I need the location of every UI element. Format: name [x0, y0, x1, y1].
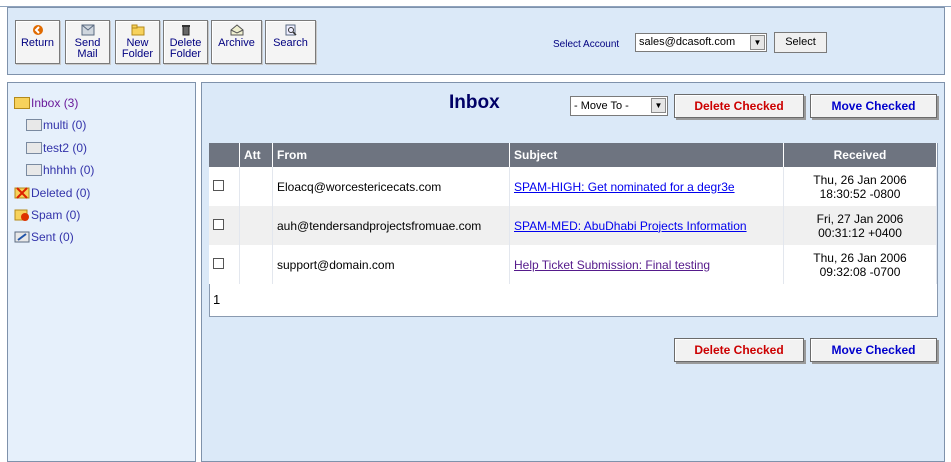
- subject-link[interactable]: SPAM-HIGH: Get nominated for a degr3e: [514, 180, 779, 194]
- account-select[interactable]: sales@dcasoft.com ▼: [635, 33, 767, 52]
- sidebar-item-label: hhhhh (0): [43, 163, 95, 177]
- account-select-value: sales@dcasoft.com: [639, 36, 736, 48]
- subject-column-header[interactable]: Subject: [509, 143, 784, 167]
- sidebar-item-label: test2 (0): [43, 141, 88, 155]
- delete-folder-label: Delete Folder: [169, 37, 202, 60]
- received-column-header[interactable]: Received: [783, 143, 937, 167]
- sent-icon: [14, 231, 30, 243]
- from-cell: support@domain.com: [272, 245, 510, 284]
- archive-label: Archive: [218, 37, 255, 49]
- sidebar-item-label: Spam (0): [31, 208, 81, 222]
- sidebar-item-spam[interactable]: Spam (0): [14, 208, 80, 222]
- send-mail-label: Send Mail: [74, 37, 101, 60]
- row-checkbox[interactable]: [213, 218, 224, 230]
- return-button[interactable]: Return: [15, 20, 60, 64]
- from-column-header[interactable]: From: [272, 143, 510, 167]
- subject-cell: SPAM-HIGH: Get nominated for a degr3e: [509, 167, 784, 206]
- att-cell: [239, 245, 273, 284]
- sidebar-item-label: Inbox (3): [31, 96, 79, 110]
- search-icon: [285, 24, 297, 36]
- search-button[interactable]: Search: [265, 20, 316, 64]
- delete-folder-button[interactable]: Delete Folder: [163, 20, 208, 64]
- sidebar-item-multi[interactable]: multi (0): [26, 118, 86, 132]
- send-mail-button[interactable]: Send Mail: [65, 20, 110, 64]
- checkbox-column-header: [209, 143, 240, 167]
- folder-icon: [26, 142, 42, 154]
- return-icon: [32, 25, 43, 35]
- received-time: 18:30:52 -0800: [819, 186, 901, 201]
- row-checkbox[interactable]: [213, 257, 224, 269]
- sidebar-item-label: Deleted (0): [31, 186, 91, 200]
- sidebar-item-sent[interactable]: Sent (0): [14, 230, 74, 244]
- folder-icon: [26, 119, 42, 131]
- checkbox-cell: [209, 167, 240, 206]
- archive-icon: [230, 24, 243, 36]
- deleted-icon: [14, 187, 30, 199]
- from-cell: Eloacq@worcestericecats.com: [272, 167, 510, 206]
- send-mail-icon: [81, 24, 94, 36]
- from-cell: auh@tendersandprojectsfromuae.com: [272, 206, 510, 245]
- checkbox-cell: [209, 245, 240, 284]
- sidebar-item-label: Sent (0): [31, 230, 74, 244]
- archive-button[interactable]: Archive: [211, 20, 262, 64]
- subject-link[interactable]: SPAM-MED: AbuDhabi Projects Information: [514, 219, 779, 233]
- received-date: Thu, 26 Jan 2006: [813, 250, 907, 265]
- row-checkbox[interactable]: [213, 179, 224, 191]
- new-folder-icon: [131, 24, 144, 36]
- subject-link[interactable]: Help Ticket Submission: Final testing: [514, 258, 779, 272]
- message-table: Att From Subject Received Eloacq@worcest…: [209, 143, 937, 284]
- new-folder-button[interactable]: New Folder: [115, 20, 160, 64]
- received-cell: Thu, 26 Jan 2006 09:32:08 -0700: [783, 245, 937, 284]
- att-column-header[interactable]: Att: [239, 143, 273, 167]
- search-label: Search: [273, 37, 308, 49]
- move-checked-button-bottom[interactable]: Move Checked: [810, 338, 937, 362]
- table-row[interactable]: Eloacq@worcestericecats.com SPAM-HIGH: G…: [209, 167, 937, 206]
- table-row[interactable]: support@domain.com Help Ticket Submissio…: [209, 245, 937, 284]
- sidebar-item-label: multi (0): [43, 118, 87, 132]
- inbox-icon: [14, 97, 30, 109]
- folder-icon: [26, 164, 42, 176]
- folder-sidebar: Inbox (3) multi (0) test2 (0) hhhhh (0) …: [7, 82, 196, 462]
- received-time: 09:32:08 -0700: [819, 264, 901, 279]
- table-header-row: Att From Subject Received: [209, 143, 937, 167]
- return-label: Return: [20, 37, 55, 49]
- chevron-down-icon[interactable]: ▼: [651, 98, 666, 113]
- received-time: 00:31:12 +0400: [818, 225, 902, 240]
- sidebar-item-test2[interactable]: test2 (0): [26, 141, 87, 155]
- delete-folder-icon: [181, 25, 190, 36]
- select-account-label: Select Account: [553, 39, 620, 50]
- received-date: Fri, 27 Jan 2006: [816, 211, 904, 226]
- received-date: Thu, 26 Jan 2006: [813, 172, 907, 187]
- checkbox-cell: [209, 206, 240, 245]
- spam-icon: [14, 209, 29, 221]
- move-checked-button[interactable]: Move Checked: [810, 94, 937, 118]
- delete-checked-button-bottom[interactable]: Delete Checked: [674, 338, 804, 362]
- table-row[interactable]: auh@tendersandprojectsfromuae.com SPAM-M…: [209, 206, 937, 245]
- toolbar: Return Send Mail New Folder Delete Folde…: [7, 7, 945, 75]
- subject-cell: SPAM-MED: AbuDhabi Projects Information: [509, 206, 784, 245]
- move-to-select[interactable]: - Move To - ▼: [570, 96, 668, 116]
- received-cell: Fri, 27 Jan 2006 00:31:12 +0400: [783, 206, 937, 245]
- new-folder-label: New Folder: [121, 37, 154, 60]
- received-cell: Thu, 26 Jan 2006 18:30:52 -0800: [783, 167, 937, 206]
- sidebar-item-hhhhh[interactable]: hhhhh (0): [26, 163, 94, 177]
- delete-checked-button[interactable]: Delete Checked: [674, 94, 804, 118]
- subject-cell: Help Ticket Submission: Final testing: [509, 245, 784, 284]
- page-number-link[interactable]: 1: [213, 292, 220, 307]
- move-to-value: - Move To -: [574, 100, 629, 112]
- top-border: [0, 0, 951, 7]
- sidebar-item-inbox[interactable]: Inbox (3): [14, 96, 78, 110]
- page-title: Inbox: [449, 92, 500, 113]
- att-cell: [239, 206, 273, 245]
- att-cell: [239, 167, 273, 206]
- sidebar-item-deleted[interactable]: Deleted (0): [14, 186, 90, 200]
- chevron-down-icon[interactable]: ▼: [750, 35, 765, 50]
- select-account-button[interactable]: Select: [774, 32, 827, 53]
